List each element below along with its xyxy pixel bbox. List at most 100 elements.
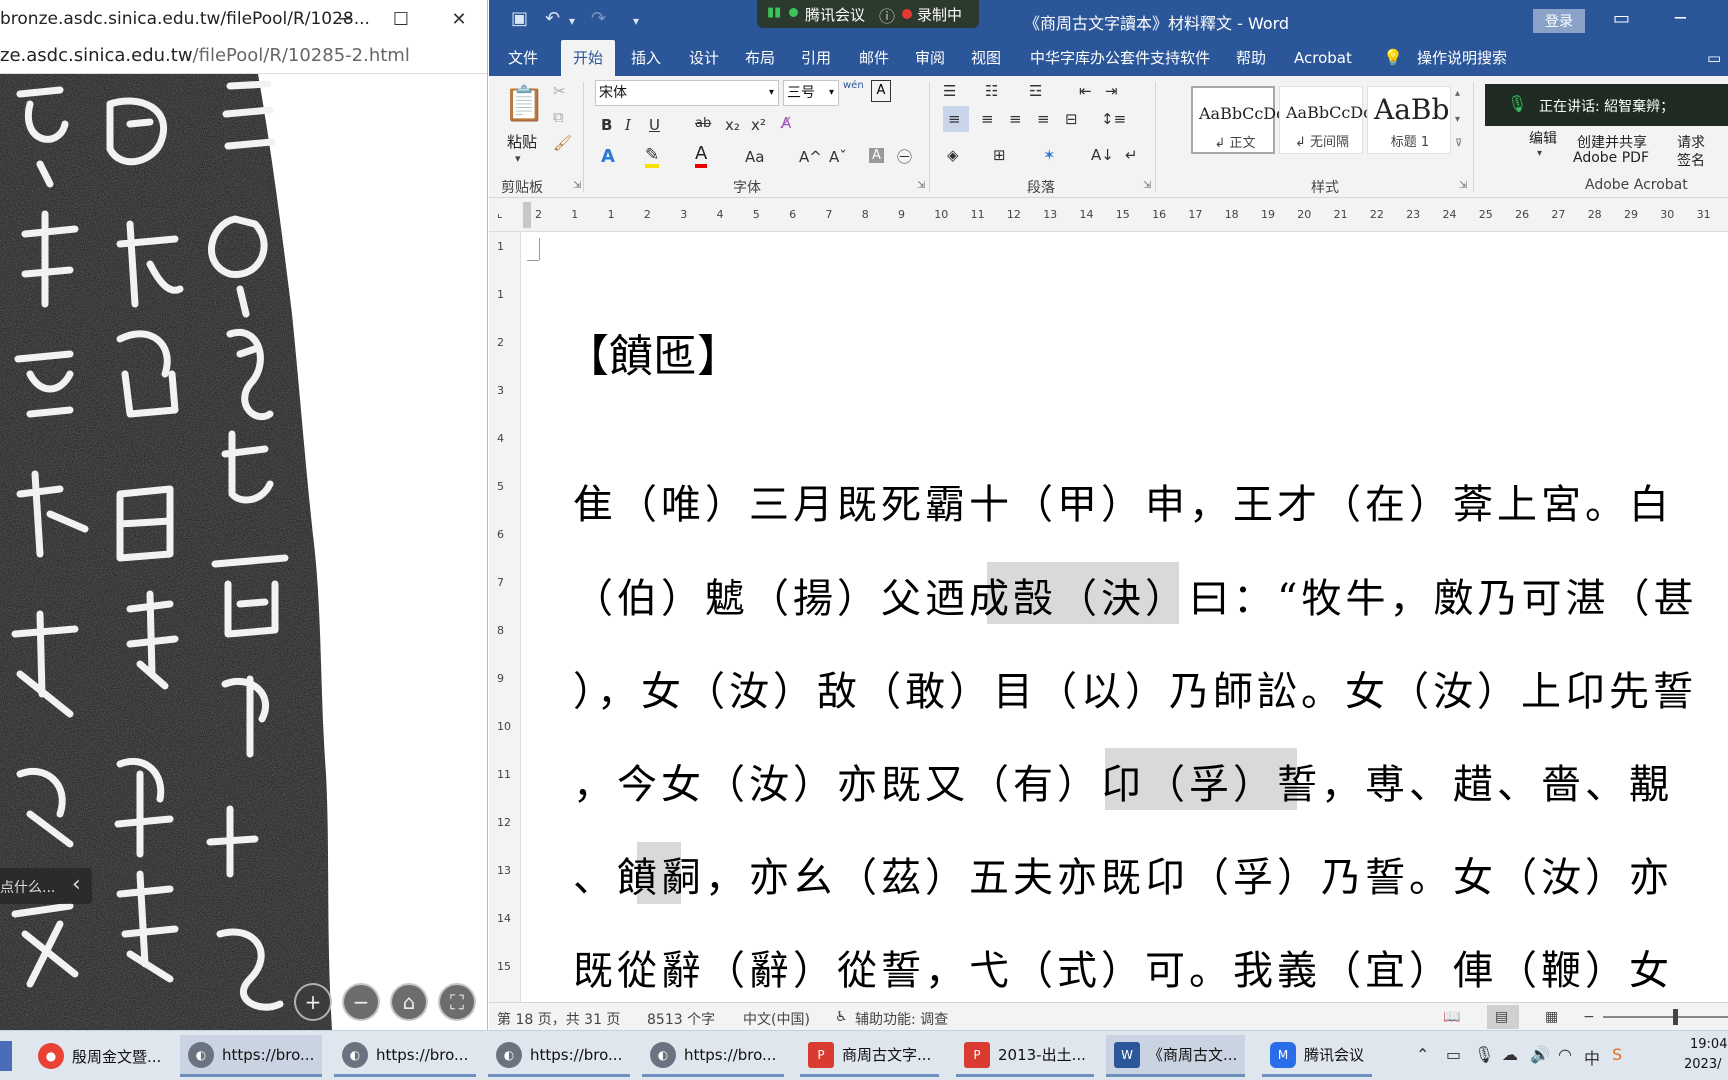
tab-file[interactable]: 文件	[508, 40, 538, 76]
horizontal-ruler[interactable]: ⌞ 2 1 1 2 3 4 5 6 7 8 9 10 11 12 13 14 15 16 17 18 19 20 21 22 2…	[489, 198, 1728, 232]
document-line[interactable]: ，今女（汝）亦既又（有）卬（孚）誓，尃、趞、嗇、覯	[573, 752, 1673, 810]
tab-layout[interactable]: 布局	[745, 40, 775, 76]
tab-view[interactable]: 视图	[971, 40, 1001, 76]
accessibility-status[interactable]: 辅助功能: 调查	[855, 1009, 948, 1029]
language-indicator[interactable]: 中文(中国)	[743, 1009, 810, 1029]
read-mode-icon[interactable]: 📖	[1443, 1009, 1460, 1025]
ribbon-display-icon[interactable]: ▭	[1613, 8, 1630, 29]
strikethrough-icon[interactable]: ab	[695, 116, 711, 131]
styles-more-icon[interactable]: ⊽	[1455, 138, 1462, 149]
tab-acrobat[interactable]: Acrobat	[1294, 40, 1352, 76]
shrink-font-icon[interactable]: Aˇ	[829, 148, 847, 166]
home-button[interactable]: ⌂	[390, 983, 428, 1021]
taskbar-item-browser-3[interactable]: ◐ https://bro...	[488, 1035, 631, 1077]
tencent-meeting-bar[interactable]: ▮▮ 腾讯会议 ⓘ 录制中	[757, 0, 979, 28]
taskbar-item-browser-4[interactable]: ◐ https://bro...	[642, 1035, 785, 1077]
bold-icon[interactable]: B	[601, 116, 612, 134]
microphone-icon[interactable]: 🎙	[1474, 1045, 1494, 1064]
taskbar-item-browser-1[interactable]: ◐ https://bro...	[180, 1035, 323, 1077]
enclose-characters-icon[interactable]: A	[871, 80, 891, 102]
cut-icon[interactable]: ✂	[553, 82, 566, 100]
tab-mailings[interactable]: 邮件	[859, 40, 889, 76]
tab-references[interactable]: 引用	[801, 40, 831, 76]
numbering-icon[interactable]: ☷	[985, 82, 998, 100]
paste-icon[interactable]: 📋	[503, 84, 545, 124]
chevron-left-icon[interactable]: ‹	[72, 872, 81, 897]
undo-dropdown-icon[interactable]: ▾	[569, 14, 575, 28]
style-normal[interactable]: AaBbCcDc ↲ 正文	[1191, 86, 1285, 154]
font-size-dropdown[interactable]: 三号 ▾	[783, 80, 839, 106]
document-line[interactable]: （伯）䰧（揚）父迺成嗀（決）曰：“牧牛，𢾅乃可湛（甚	[573, 566, 1697, 624]
tab-home[interactable]: 开始	[561, 40, 616, 76]
taskbar-item-word[interactable]: W 《商周古文...	[1106, 1035, 1246, 1077]
zoom-in-button[interactable]: +	[294, 983, 332, 1021]
input-method-icon[interactable]: 中	[1584, 1045, 1600, 1069]
paste-label[interactable]: 粘贴	[507, 131, 537, 152]
minimize-icon[interactable]: ─	[1675, 8, 1686, 29]
asian-layout-icon[interactable]: ✶	[1043, 146, 1056, 164]
fullscreen-button[interactable]: ⛶	[438, 983, 476, 1021]
tab-help[interactable]: 帮助	[1236, 40, 1266, 76]
browser-tab-title[interactable]: bronze.asdc.sinica.edu.tw/filePool/R/102…	[0, 9, 370, 29]
zoom-slider-thumb[interactable]	[1673, 1009, 1678, 1025]
chevron-up-icon[interactable]: ⌃	[1416, 1045, 1429, 1064]
styles-scroll-down-icon[interactable]: ▾	[1455, 114, 1460, 125]
align-right-icon[interactable]: ≡	[1009, 110, 1022, 128]
underline-icon[interactable]: U	[649, 116, 660, 134]
tab-design[interactable]: 设计	[689, 40, 719, 76]
borders-icon[interactable]: ⊞	[993, 146, 1006, 164]
font-color-icon[interactable]: A	[695, 144, 708, 168]
web-layout-icon[interactable]: ▦	[1545, 1009, 1558, 1025]
taskbar-item-pdf-1[interactable]: P 商周古文字...	[800, 1035, 940, 1077]
document-heading[interactable]: 【饙匜】	[565, 320, 741, 384]
start-icon[interactable]	[0, 1041, 12, 1071]
style-heading-1[interactable]: AaBb 标题 1	[1367, 86, 1451, 154]
font-launcher-icon[interactable]: ⇲	[917, 180, 925, 191]
side-panel-tab[interactable]: 点什么... ‹	[0, 868, 92, 904]
sync-icon[interactable]: ☁	[1502, 1045, 1518, 1064]
indent-marker-icon[interactable]	[523, 202, 531, 228]
editing-label[interactable]: 编辑	[1529, 128, 1557, 148]
page-count[interactable]: 第 18 页，共 31 页	[497, 1009, 620, 1029]
document-line[interactable]: 、饙𤔲，亦幺（茲）五夫亦既卬（孚）乃誓。女（汝）亦	[573, 845, 1673, 903]
zoom-out-icon[interactable]: −	[1583, 1009, 1595, 1025]
paragraph-launcher-icon[interactable]: ⇲	[1143, 180, 1151, 191]
info-icon[interactable]: ⓘ	[879, 3, 895, 27]
minimize-icon[interactable]: ─	[322, 0, 368, 38]
tell-me-search[interactable]: 操作说明搜索	[1417, 40, 1507, 76]
subscript-icon[interactable]: x₂	[725, 116, 740, 134]
zoom-slider[interactable]	[1603, 1016, 1728, 1018]
bullets-icon[interactable]: ☰	[943, 82, 956, 100]
decrease-indent-icon[interactable]: ⇤	[1079, 82, 1092, 100]
taskbar-item-pdf-2[interactable]: P 2013-出土...	[956, 1035, 1094, 1077]
styles-scroll-up-icon[interactable]: ▴	[1455, 88, 1460, 99]
clear-formatting-icon[interactable]: A̸	[781, 114, 791, 132]
request-label[interactable]: 请求	[1677, 132, 1705, 152]
shading-icon[interactable]: ◈	[947, 146, 959, 164]
word-count[interactable]: 8513 个字	[647, 1009, 715, 1029]
wifi-icon[interactable]: ◠	[1558, 1045, 1572, 1064]
clock-time[interactable]: 19:04	[1690, 1037, 1727, 1052]
show-marks-icon[interactable]: ↵	[1125, 146, 1138, 164]
sogou-icon[interactable]: S	[1612, 1045, 1622, 1064]
taskbar-item-chrome[interactable]: ● 殷周金文暨...	[30, 1035, 169, 1077]
distributed-icon[interactable]: ⊟	[1065, 110, 1078, 128]
font-name-dropdown[interactable]: 宋体 ▾	[595, 80, 779, 106]
sort-icon[interactable]: A↓	[1091, 146, 1114, 164]
italic-icon[interactable]: I	[625, 116, 631, 134]
document-line[interactable]: ），女（汝）敌（敢）目（以）乃師訟。女（汝）上卬先誓	[573, 659, 1697, 717]
copy-icon[interactable]: ⧉	[553, 108, 564, 126]
close-icon[interactable]: ✕	[436, 0, 482, 38]
document-page[interactable]: 【饙匜】 隹（唯）三月既死霸十（甲）申，王才（在）葊上宮。白 （伯）䰧（揚）父迺…	[521, 232, 1728, 1002]
customize-qat-icon[interactable]: ▾	[633, 14, 639, 28]
document-line[interactable]: 隹（唯）三月既死霸十（甲）申，王才（在）葊上宮。白	[573, 472, 1673, 530]
clock-date[interactable]: 2023/	[1684, 1057, 1721, 1072]
enclose-circle-icon[interactable]: ㊀	[897, 146, 912, 167]
tab-zhonghua[interactable]: 中华字库办公套件支持软件	[1030, 40, 1210, 76]
taskbar-item-browser-2[interactable]: ◐ https://bro...	[334, 1035, 477, 1077]
grow-font-icon[interactable]: A^	[799, 148, 822, 166]
undo-icon[interactable]: ↶	[545, 8, 560, 29]
taskbar-item-tencent-meeting[interactable]: M 腾讯会议	[1262, 1035, 1373, 1077]
create-share-label[interactable]: 创建并共享	[1577, 132, 1647, 152]
increase-indent-icon[interactable]: ⇥	[1105, 82, 1118, 100]
